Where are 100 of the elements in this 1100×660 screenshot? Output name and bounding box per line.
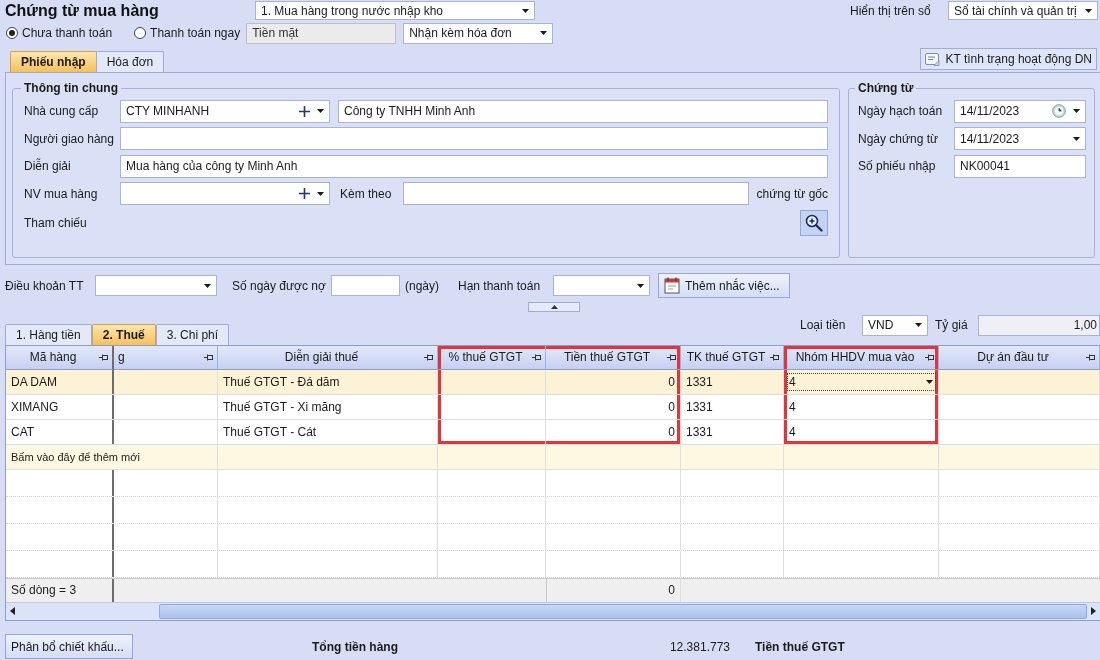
caret-icon[interactable] bbox=[926, 379, 933, 384]
caret-icon[interactable] bbox=[522, 8, 529, 13]
unit-label: (ngày) bbox=[405, 278, 440, 293]
table-cell: Thuế GTGT - Xi măng bbox=[218, 394, 438, 419]
table-cell: 4 bbox=[784, 419, 939, 444]
input-field[interactable] bbox=[403, 182, 749, 205]
caret-icon[interactable] bbox=[540, 31, 548, 35]
zoom-in-icon bbox=[805, 213, 823, 232]
window-title: Chứng từ mua hàng bbox=[5, 1, 160, 20]
table-cell: Thuế GTGT - Đá dăm bbox=[218, 369, 438, 394]
field-label: Nhà cung cấp bbox=[24, 104, 100, 118]
field-label: Tỷ giá bbox=[935, 318, 969, 332]
unit-label: chứng từ gốc bbox=[756, 186, 828, 201]
dropdown-cell[interactable]: 4 bbox=[784, 369, 939, 394]
right-arrow-icon[interactable] bbox=[1091, 607, 1096, 615]
field-label: Loại tiền bbox=[800, 318, 847, 332]
field-label: Tham chiếu bbox=[24, 215, 88, 230]
caret-icon[interactable] bbox=[317, 109, 324, 113]
radio-icon[interactable] bbox=[134, 27, 147, 39]
table-row[interactable]: XIMANG Thuế GTGT - Xi măng 0 1331 4 bbox=[6, 394, 1100, 420]
currency-dropdown[interactable]: VND bbox=[862, 314, 928, 336]
table-cell: 1331 bbox=[681, 419, 784, 444]
check-status-button[interactable]: KT tình trạng hoạt động DN bbox=[920, 48, 1097, 70]
radio-icon[interactable] bbox=[6, 27, 18, 39]
exchange-rate-field[interactable]: 1,00 bbox=[978, 314, 1100, 336]
field-label: Hạn thanh toán bbox=[458, 278, 542, 293]
plus-icon[interactable] bbox=[299, 188, 310, 199]
column-header[interactable]: Tiền thuế GTGT bbox=[546, 345, 681, 370]
caret-icon[interactable] bbox=[915, 323, 922, 327]
plus-icon[interactable] bbox=[299, 105, 310, 117]
field-label: Kèm theo bbox=[340, 186, 393, 201]
caret-icon[interactable] bbox=[1073, 136, 1080, 141]
caret-icon[interactable] bbox=[1073, 109, 1080, 113]
pin-icon[interactable] bbox=[99, 353, 108, 361]
radio-option[interactable]: Chưa thanh toán bbox=[6, 26, 113, 40]
column-total: 0 bbox=[546, 578, 681, 602]
pin-icon[interactable] bbox=[424, 353, 433, 361]
column-header[interactable]: % thuế GTGT bbox=[438, 345, 546, 370]
group-title: Chứng từ bbox=[857, 81, 915, 95]
table-cell: 0 bbox=[546, 419, 681, 444]
supplier-code-dropdown[interactable]: CTY MINHANH bbox=[120, 99, 330, 123]
field-label: Người giao hàng bbox=[24, 131, 115, 146]
caret-icon[interactable] bbox=[204, 283, 211, 288]
tab[interactable]: 3. Chi phí bbox=[155, 323, 230, 345]
table-row[interactable]: CAT Thuế GTGT - Cát 0 1331 4 bbox=[6, 419, 1100, 445]
tab[interactable]: Hóa đơn bbox=[95, 51, 165, 72]
field-label: Số phiếu nhập bbox=[858, 159, 937, 173]
field-label: Số ngày được nợ bbox=[232, 278, 327, 293]
add-reminder-button[interactable]: Thêm nhắc việc... bbox=[658, 273, 790, 298]
table-cell: DA DAM bbox=[6, 369, 114, 394]
caret-icon[interactable] bbox=[637, 283, 644, 288]
field-label: Diễn giải bbox=[24, 159, 72, 173]
collapse-button[interactable] bbox=[528, 301, 580, 312]
search-button[interactable] bbox=[800, 209, 828, 236]
description-field[interactable]: Mua hàng của công ty Minh Anh bbox=[120, 154, 828, 178]
invoice-dropdown[interactable]: Nhận kèm hóa đơn bbox=[403, 22, 554, 44]
input-field[interactable] bbox=[120, 127, 828, 150]
field-label: Ngày hạch toán bbox=[858, 104, 944, 118]
voucher-type-dropdown[interactable]: 1. Mua hàng trong nước nhập kho bbox=[255, 1, 535, 20]
discount-allocation-button[interactable]: Phân bổ chiết khấu... bbox=[5, 634, 133, 659]
pin-icon[interactable] bbox=[925, 353, 934, 361]
tab[interactable]: 1. Hàng tiền bbox=[5, 323, 92, 345]
pin-icon[interactable] bbox=[204, 353, 213, 361]
ledger-dropdown[interactable]: Sổ tài chính và quản trị bbox=[948, 1, 1098, 20]
pin-icon[interactable] bbox=[532, 353, 541, 361]
field-label: NV mua hàng bbox=[24, 186, 99, 201]
left-arrow-icon[interactable] bbox=[10, 607, 15, 615]
tab[interactable]: 2. Thuế bbox=[91, 323, 156, 345]
voucher-number-field[interactable]: NK00041 bbox=[954, 154, 1086, 178]
radio-option[interactable]: Thanh toán ngay bbox=[134, 26, 241, 40]
calendar-icon bbox=[664, 277, 681, 294]
pin-icon[interactable] bbox=[667, 353, 676, 361]
table-row[interactable]: DA DAM Thuế GTGT - Đá dăm 0 1331 4 bbox=[6, 369, 1100, 395]
scroll-thumb[interactable] bbox=[159, 603, 1087, 619]
column-header[interactable]: Nhóm HHDV mua vào bbox=[784, 345, 939, 370]
new-row-hint[interactable]: Bấm vào đây để thêm mới bbox=[6, 444, 218, 469]
caret-icon[interactable] bbox=[1085, 8, 1092, 13]
table-cell: 1331 bbox=[681, 394, 784, 419]
supplier-name-field[interactable]: Công ty TNHH Minh Anh bbox=[338, 99, 828, 123]
total-value: 12.381.773 bbox=[668, 639, 730, 654]
table-cell: 0 bbox=[546, 369, 681, 394]
document-icon bbox=[925, 52, 941, 66]
group-title: Thông tin chung bbox=[23, 81, 119, 95]
table-cell: 0 bbox=[546, 394, 681, 419]
column-header[interactable]: Diễn giải thuế bbox=[218, 345, 438, 370]
input-field[interactable] bbox=[331, 275, 400, 296]
pin-icon[interactable] bbox=[1086, 353, 1095, 361]
pin-icon[interactable] bbox=[770, 353, 779, 361]
caret-icon[interactable] bbox=[317, 191, 324, 196]
table-cell: XIMANG bbox=[6, 394, 114, 419]
column-header[interactable]: Dự án đầu tư bbox=[939, 345, 1100, 370]
column-header[interactable]: Mã hàng bbox=[6, 345, 114, 370]
column-header[interactable]: TK thuế GTGT bbox=[681, 345, 784, 370]
total-label: Tổng tiền hàng bbox=[312, 639, 399, 654]
column-header[interactable]: g bbox=[114, 345, 218, 370]
table-cell: 4 bbox=[784, 394, 939, 419]
field-label: Điều khoản TT bbox=[5, 278, 85, 293]
date-picker[interactable]: 14/11/2023 bbox=[954, 127, 1086, 150]
date-picker[interactable]: 14/11/2023 bbox=[954, 99, 1086, 123]
tab[interactable]: Phiếu nhập bbox=[10, 51, 97, 72]
